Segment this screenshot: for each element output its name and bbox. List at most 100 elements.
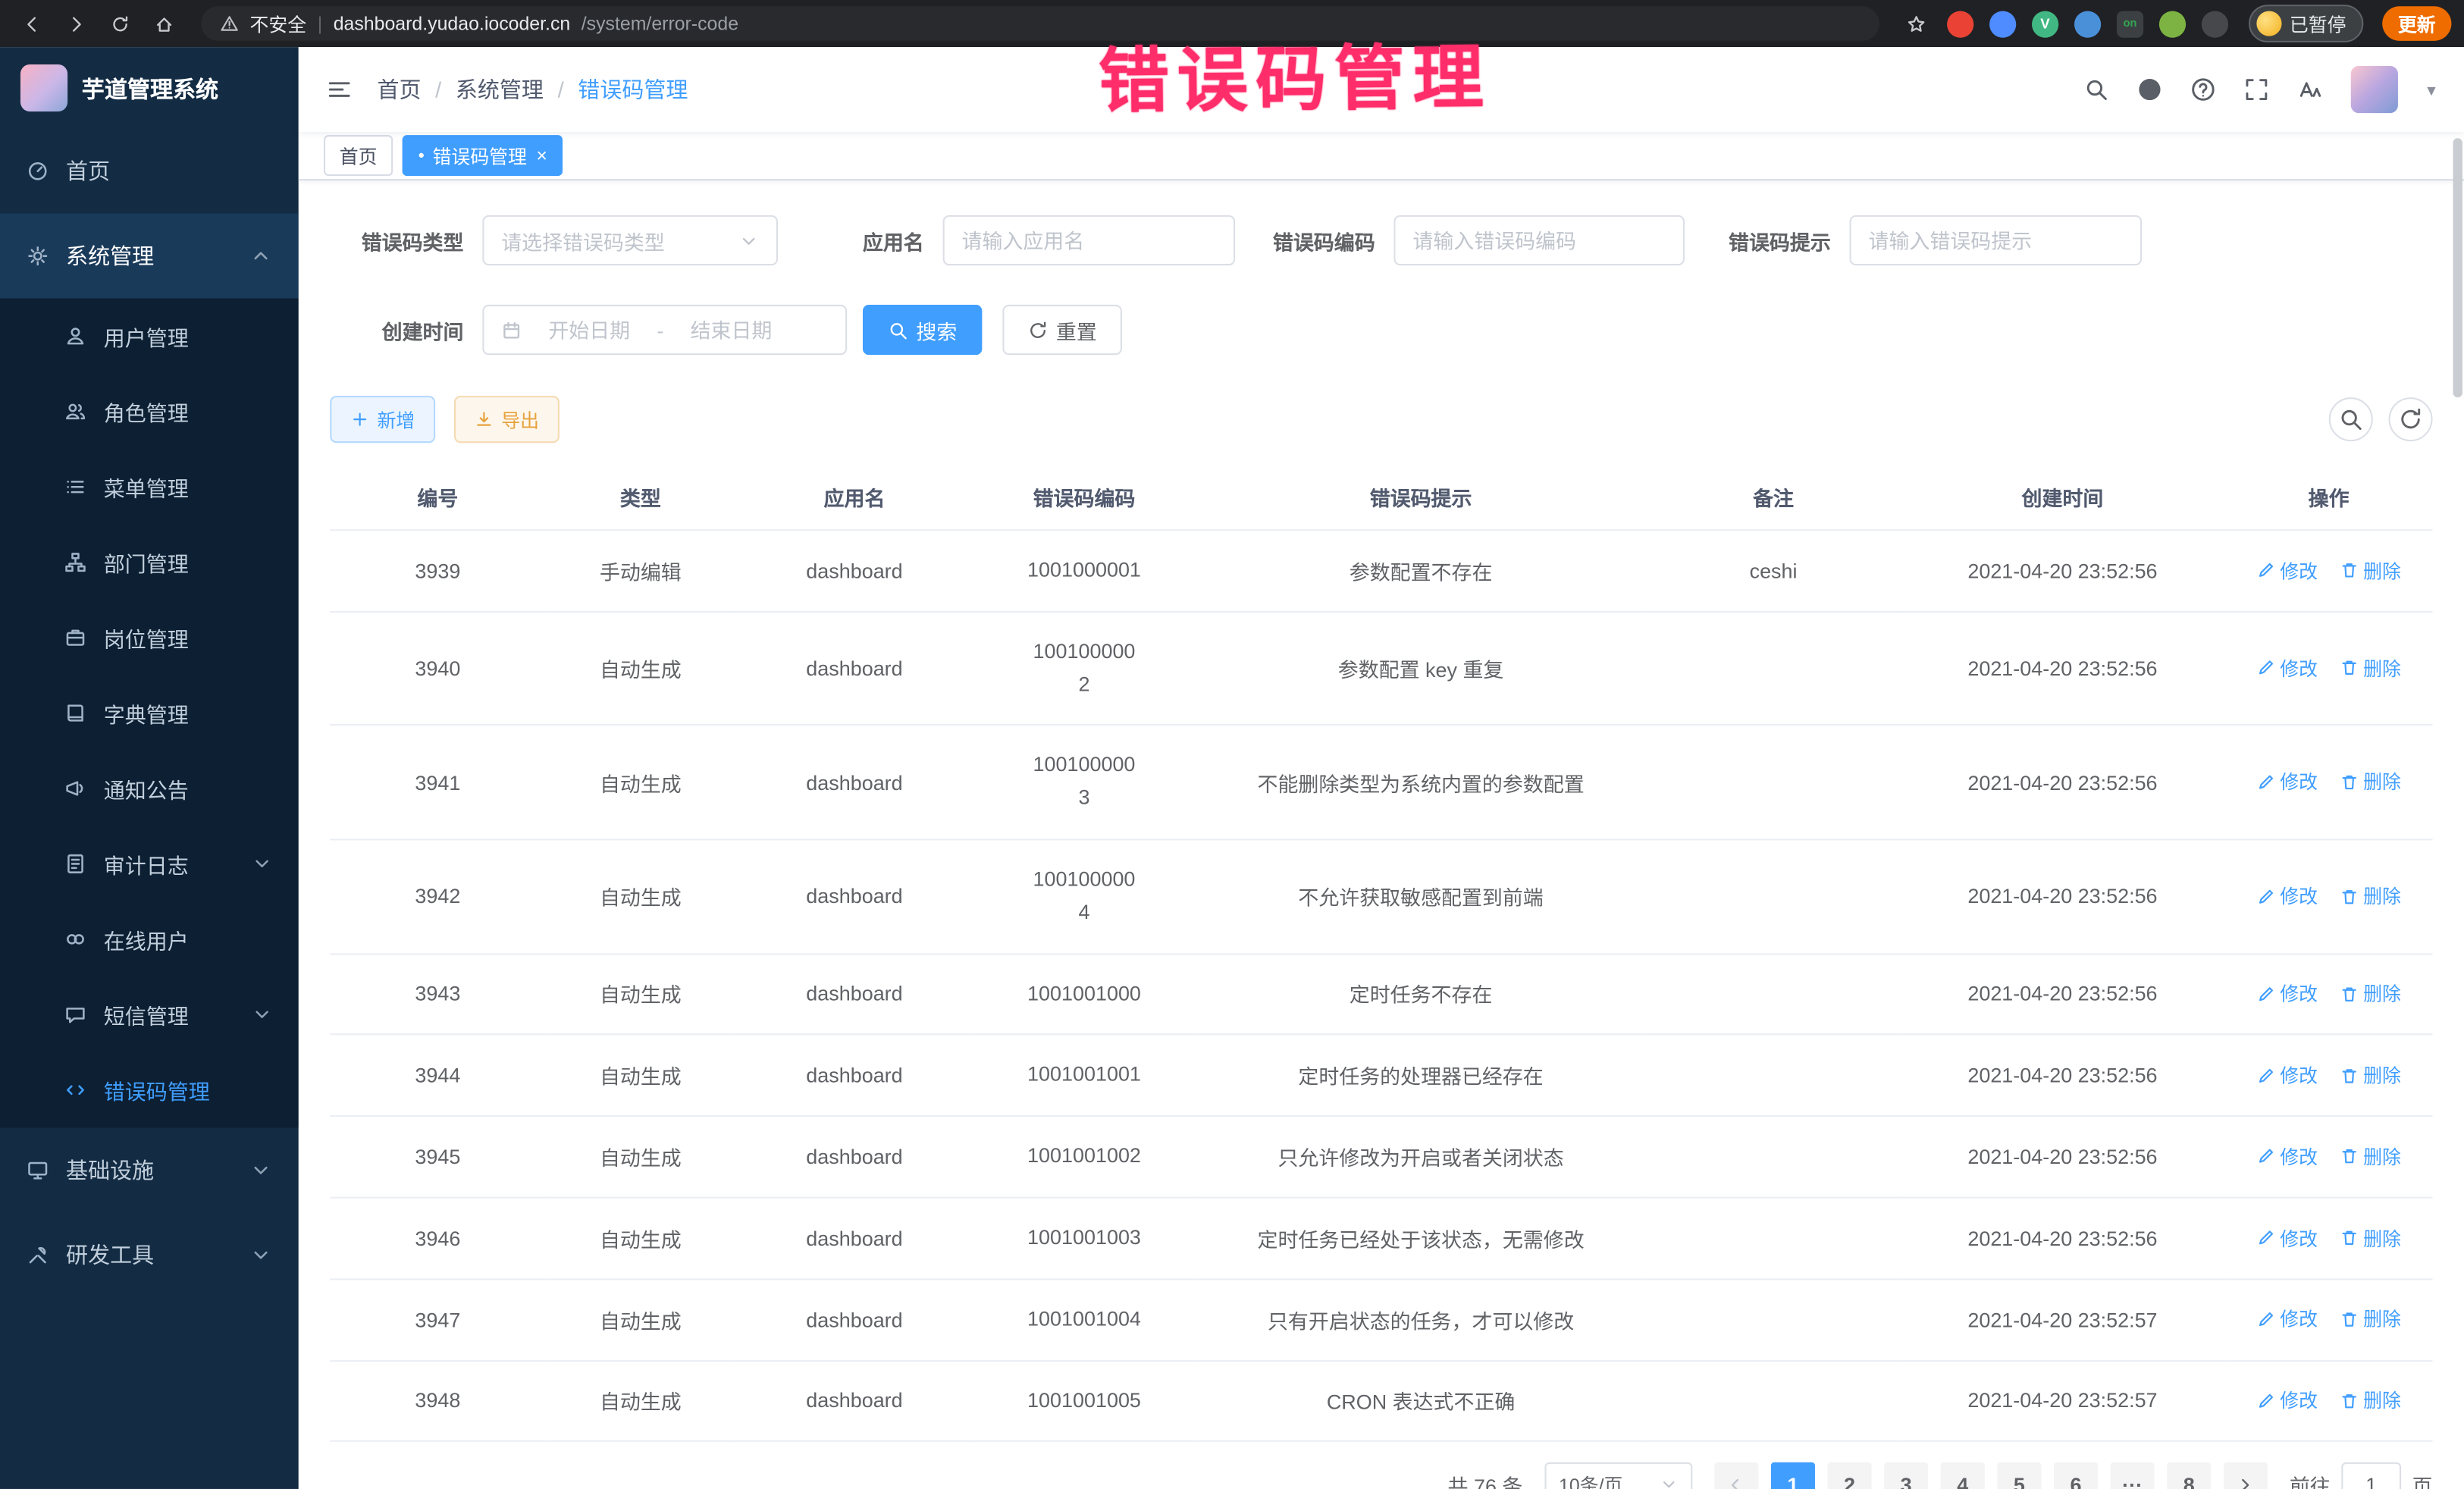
sidebar-item-role[interactable]: 角色管理 <box>0 374 299 449</box>
pagination: 共 76 条 10条/页 123456···8 前往 页 <box>330 1462 2432 1488</box>
reset-button[interactable]: 重置 <box>1002 305 1122 355</box>
toggle-search-icon[interactable] <box>2329 397 2373 441</box>
sidebar-item-menu[interactable]: 菜单管理 <box>0 450 299 525</box>
proxy-switch-icon[interactable]: on <box>2117 10 2143 36</box>
page-button-3[interactable]: 3 <box>1884 1462 1928 1488</box>
leaf-extension-icon[interactable] <box>2159 10 2186 36</box>
sidebar-item-dict[interactable]: 字典管理 <box>0 676 299 751</box>
delete-link[interactable]: 删除 <box>2340 1306 2401 1332</box>
breadcrumb-system[interactable]: 系统管理 <box>456 74 544 105</box>
cell-remark: ceshi <box>1647 530 1900 611</box>
extension-icon-blue[interactable] <box>1989 10 2016 36</box>
sidebar-item-user[interactable]: 用户管理 <box>0 299 299 374</box>
page-ellipsis[interactable]: ··· <box>2111 1462 2155 1488</box>
date-range-picker[interactable]: - <box>482 305 847 355</box>
sidebar-item-notice[interactable]: 通知公告 <box>0 751 299 826</box>
search-icon[interactable] <box>2084 77 2109 102</box>
sidebar-item-online[interactable]: 在线用户 <box>0 901 299 976</box>
browser-forward-icon[interactable] <box>57 5 95 42</box>
delete-link[interactable]: 删除 <box>2340 1224 2401 1251</box>
sidebar-item-infra[interactable]: 基础设施 <box>0 1127 299 1212</box>
error-type-select[interactable]: 请选择错误码类型 <box>482 215 778 265</box>
cell-id: 3948 <box>330 1360 545 1441</box>
extension-icon-red[interactable] <box>1947 10 1973 36</box>
browser-back-icon[interactable] <box>13 5 51 42</box>
goto-page-input[interactable] <box>2341 1462 2401 1488</box>
cell-actions: 修改删除 <box>2225 1035 2433 1116</box>
page-button-4[interactable]: 4 <box>1941 1462 1985 1488</box>
tools-icon <box>27 1244 49 1266</box>
tab-close-icon[interactable]: × <box>536 145 547 167</box>
delete-link[interactable]: 删除 <box>2340 1387 2401 1414</box>
next-page-button[interactable] <box>2224 1462 2268 1488</box>
delete-link[interactable]: 删除 <box>2340 882 2401 909</box>
sidebar-item-audit[interactable]: 审计日志 <box>0 826 299 901</box>
end-date-input[interactable] <box>673 316 789 343</box>
address-bar[interactable]: 不安全 | dashboard.yudao.iocoder.cn/system/… <box>201 6 1879 41</box>
user-avatar[interactable] <box>2352 66 2399 113</box>
update-button[interactable]: 更新 <box>2382 6 2451 41</box>
github-icon[interactable] <box>2138 77 2163 102</box>
cell-app: dashboard <box>735 954 973 1035</box>
edit-link[interactable]: 修改 <box>2256 1143 2318 1170</box>
edit-link[interactable]: 修改 <box>2256 655 2318 682</box>
page-button-8[interactable]: 8 <box>2167 1462 2211 1488</box>
tab-home[interactable]: 首页 <box>324 135 393 176</box>
cell-remark <box>1647 1360 1900 1441</box>
delete-link[interactable]: 删除 <box>2340 1062 2401 1089</box>
page-button-1[interactable]: 1 <box>1771 1462 1815 1488</box>
chevron-down-icon[interactable]: ▾ <box>2427 80 2435 100</box>
edit-link[interactable]: 修改 <box>2256 980 2318 1007</box>
page-size-select[interactable]: 10条/页 <box>1544 1462 1692 1488</box>
browser-reload-icon[interactable] <box>101 5 139 42</box>
edit-link[interactable]: 修改 <box>2256 1387 2318 1414</box>
paw-extension-icon[interactable] <box>2202 10 2228 36</box>
tab-error-code[interactable]: ● 错误码管理 × <box>403 135 563 176</box>
delete-link[interactable]: 删除 <box>2340 655 2401 682</box>
bookmark-star-icon[interactable] <box>1898 5 1936 42</box>
edit-link[interactable]: 修改 <box>2256 1062 2318 1089</box>
browser-home-icon[interactable] <box>145 5 183 42</box>
error-code-input[interactable] <box>1394 215 1685 265</box>
page-button-2[interactable]: 2 <box>1827 1462 1871 1488</box>
extension-icon-people[interactable] <box>2074 10 2101 36</box>
paused-badge[interactable]: 已暂停 <box>2249 5 2363 42</box>
trash-icon <box>2340 1066 2359 1085</box>
breadcrumb-home[interactable]: 首页 <box>377 74 421 105</box>
cell-remark <box>1647 1116 1900 1197</box>
prev-page-button[interactable] <box>1714 1462 1758 1488</box>
hamburger-icon[interactable] <box>327 77 352 102</box>
delete-link[interactable]: 删除 <box>2340 557 2401 584</box>
font-size-icon[interactable] <box>2298 77 2323 102</box>
sidebar-item-system[interactable]: 系统管理 <box>0 214 299 299</box>
search-button[interactable]: 搜索 <box>863 305 983 355</box>
vue-devtools-icon[interactable]: V <box>2032 10 2058 36</box>
sidebar-item-errorcode[interactable]: 错误码管理 <box>0 1052 299 1127</box>
refresh-table-icon[interactable] <box>2389 397 2433 441</box>
page-button-5[interactable]: 5 <box>1997 1462 2041 1488</box>
edit-link[interactable]: 修改 <box>2256 1306 2318 1332</box>
edit-link[interactable]: 修改 <box>2256 1224 2318 1251</box>
page-button-6[interactable]: 6 <box>2054 1462 2098 1488</box>
sidebar-item-home[interactable]: 首页 <box>0 129 299 214</box>
sidebar-item-dept[interactable]: 部门管理 <box>0 525 299 600</box>
edit-link[interactable]: 修改 <box>2256 769 2318 795</box>
delete-link[interactable]: 删除 <box>2340 980 2401 1007</box>
app-name-input[interactable] <box>943 215 1236 265</box>
cell-created: 2021-04-20 23:52:57 <box>1900 1360 2224 1441</box>
sidebar-item-devtool[interactable]: 研发工具 <box>0 1212 299 1297</box>
add-button[interactable]: 新增 <box>330 396 435 443</box>
help-icon[interactable] <box>2191 77 2216 102</box>
start-date-input[interactable] <box>531 316 647 343</box>
export-button[interactable]: 导出 <box>454 396 560 443</box>
sidebar-item-post[interactable]: 岗位管理 <box>0 600 299 675</box>
fullscreen-icon[interactable] <box>2245 77 2270 102</box>
error-hint-input[interactable] <box>1850 215 2143 265</box>
delete-link[interactable]: 删除 <box>2340 1143 2401 1170</box>
table-row: 3941自动生成dashboard1001000003不能删除类型为系统内置的参… <box>330 726 2432 839</box>
edit-link[interactable]: 修改 <box>2256 557 2318 584</box>
sidebar-item-sms[interactable]: 短信管理 <box>0 977 299 1052</box>
delete-link[interactable]: 删除 <box>2340 769 2401 795</box>
edit-link[interactable]: 修改 <box>2256 882 2318 909</box>
page-scrollbar[interactable] <box>2453 138 2462 397</box>
